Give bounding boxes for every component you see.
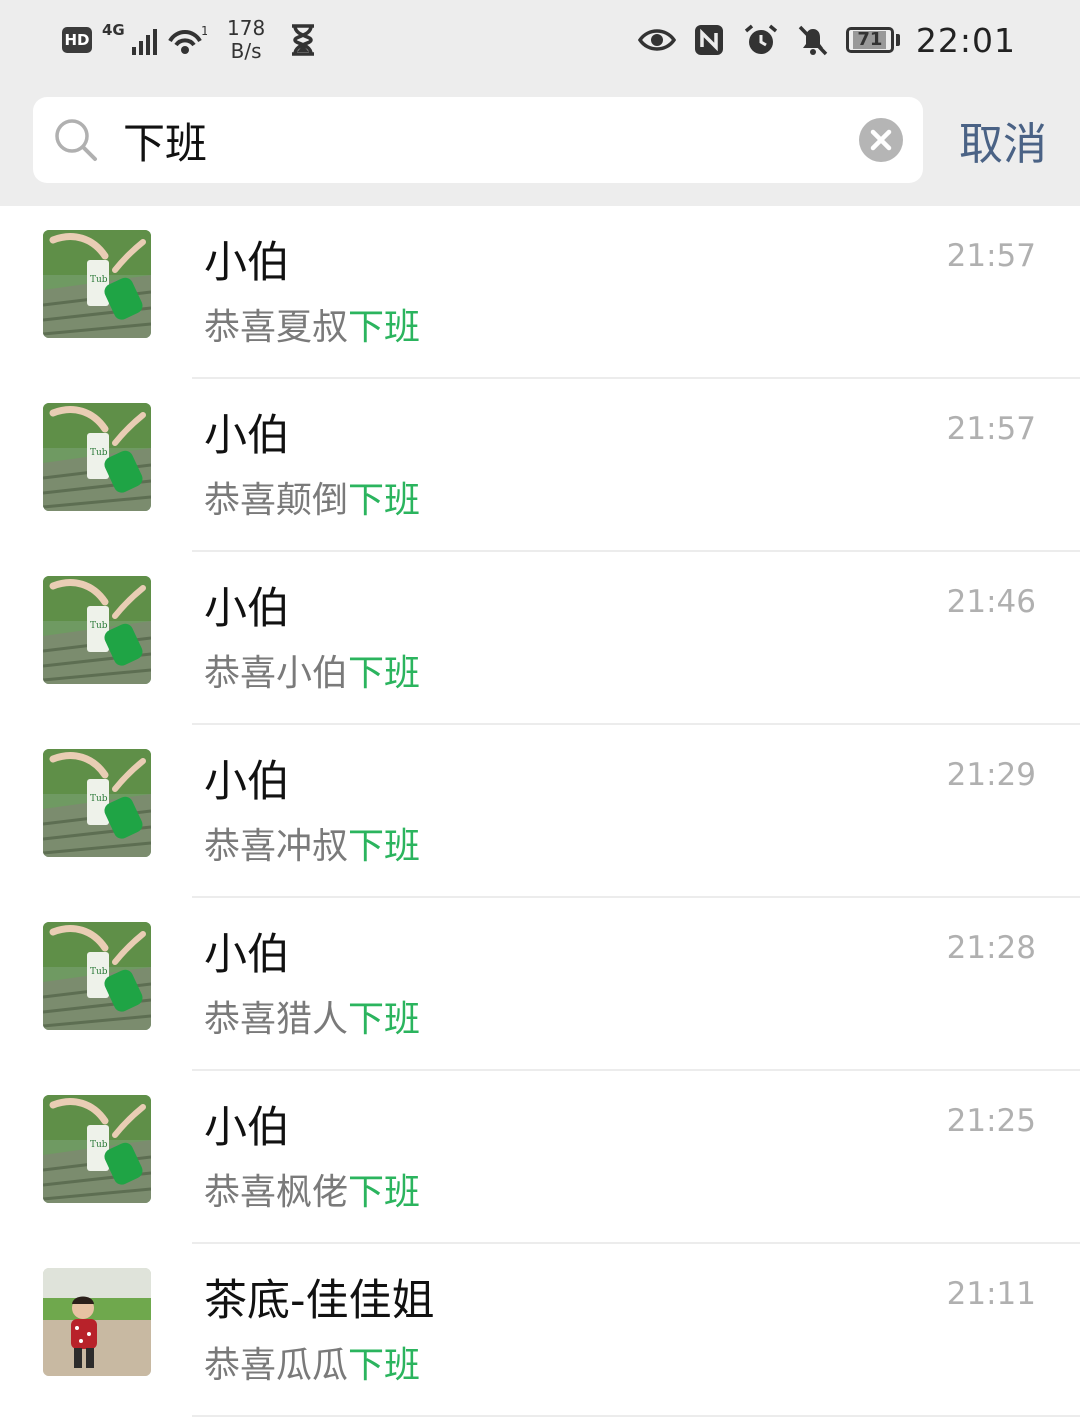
keyword-highlight: 下班 <box>348 307 421 348</box>
contact-avatar[interactable] <box>43 922 151 1030</box>
network-type-label: 4G <box>102 21 125 39</box>
message-prefix: 恭喜小伯 <box>204 653 349 694</box>
message-time: 21:25 <box>946 1103 1036 1139</box>
contact-avatar[interactable] <box>43 576 151 684</box>
cellular-signal-icon: 4G <box>102 21 157 55</box>
wifi-icon: 1 <box>168 24 207 54</box>
clear-search-icon[interactable] <box>859 118 903 162</box>
message-time: 21:29 <box>946 757 1036 793</box>
cancel-button[interactable]: 取消 <box>948 105 1058 175</box>
search-result-row[interactable]: 小伯恭喜猎人下班 21:28 <box>0 898 1080 1071</box>
message-snippet: 恭喜颠倒下班 <box>204 471 420 523</box>
search-result-row[interactable]: 小伯恭喜小伯下班 21:46 <box>0 552 1080 725</box>
top-bar: HD 4G 1 178 B/s 71 22:01 下班 取消 <box>0 0 1080 206</box>
svg-text:1: 1 <box>201 24 207 38</box>
hourglass-icon <box>292 24 315 56</box>
message-prefix: 恭喜枫佬 <box>204 1172 349 1213</box>
message-time: 21:57 <box>946 411 1036 447</box>
contact-avatar[interactable] <box>43 749 151 857</box>
message-prefix: 恭喜猎人 <box>204 999 349 1040</box>
keyword-highlight: 下班 <box>348 1345 421 1386</box>
battery-icon: 71 <box>845 27 900 53</box>
keyword-highlight: 下班 <box>348 999 421 1040</box>
contact-name: 小伯 <box>204 930 290 980</box>
status-bar: HD 4G 1 178 B/s 71 22:01 <box>0 0 1080 80</box>
nfc-icon <box>694 25 723 55</box>
search-result-row[interactable]: 小伯恭喜夏叔下班 21:57 <box>0 206 1080 379</box>
search-results-list: 小伯 恭喜夏叔下班 21:57 小伯 恭喜颠倒下班 21:57 小伯 恭喜小伯下班 21:46 小… <box>0 206 1080 1417</box>
mute-bell-icon <box>798 25 828 56</box>
keyword-highlight: 下班 <box>348 1172 421 1213</box>
eye-icon <box>637 29 676 51</box>
message-snippet: 恭喜枫佬下班 <box>204 1163 420 1215</box>
message-prefix: 恭喜颠倒 <box>204 480 349 521</box>
contact-avatar[interactable] <box>43 1095 151 1203</box>
contact-name: 小伯 <box>204 1103 290 1153</box>
message-snippet: 恭喜瓜瓜下班 <box>204 1336 420 1388</box>
contact-avatar[interactable] <box>43 1268 151 1376</box>
search-bar[interactable] <box>33 97 923 183</box>
contact-name: 小伯 <box>204 238 290 288</box>
search-input[interactable] <box>123 109 843 171</box>
search-result-row[interactable]: 小伯恭喜枫佬下班 21:25 <box>0 1071 1080 1244</box>
message-snippet: 恭喜冲叔下班 <box>204 817 420 869</box>
message-time: 21:57 <box>946 238 1036 274</box>
contact-avatar[interactable] <box>43 403 151 511</box>
search-result-row[interactable]: 小伯恭喜冲叔下班 21:29 <box>0 725 1080 898</box>
keyword-highlight: 下班 <box>348 480 421 521</box>
message-time: 21:46 <box>946 584 1036 620</box>
speed-unit: B/s <box>230 39 262 63</box>
search-result-row[interactable]: 小伯恭喜颠倒下班 21:57 <box>0 379 1080 552</box>
speed-value: 178 <box>227 16 266 40</box>
row-divider <box>192 1415 1080 1417</box>
alarm-icon <box>744 24 778 54</box>
network-speed: 178 B/s <box>227 17 265 63</box>
message-prefix: 恭喜夏叔 <box>204 307 349 348</box>
contact-avatar[interactable] <box>43 230 151 338</box>
message-snippet: 恭喜小伯下班 <box>204 644 420 696</box>
hd-icon: HD <box>62 27 92 53</box>
contact-name: 小伯 <box>204 411 290 461</box>
message-prefix: 恭喜冲叔 <box>204 826 349 867</box>
message-time: 21:11 <box>946 1276 1036 1312</box>
search-result-row[interactable]: 茶底-佳佳姐 恭喜瓜瓜下班 21:11 <box>0 1244 1080 1417</box>
message-prefix: 恭喜瓜瓜 <box>204 1345 349 1386</box>
search-icon <box>55 119 97 161</box>
keyword-highlight: 下班 <box>348 826 421 867</box>
status-clock: 22:01 <box>915 20 1016 60</box>
contact-name: 小伯 <box>204 584 290 634</box>
message-snippet: 恭喜夏叔下班 <box>204 298 420 350</box>
contact-name: 茶底-佳佳姐 <box>204 1276 435 1326</box>
battery-level: 71 <box>853 31 887 49</box>
keyword-highlight: 下班 <box>348 653 421 694</box>
message-time: 21:28 <box>946 930 1036 966</box>
contact-name: 小伯 <box>204 757 290 807</box>
message-snippet: 恭喜猎人下班 <box>204 990 420 1042</box>
